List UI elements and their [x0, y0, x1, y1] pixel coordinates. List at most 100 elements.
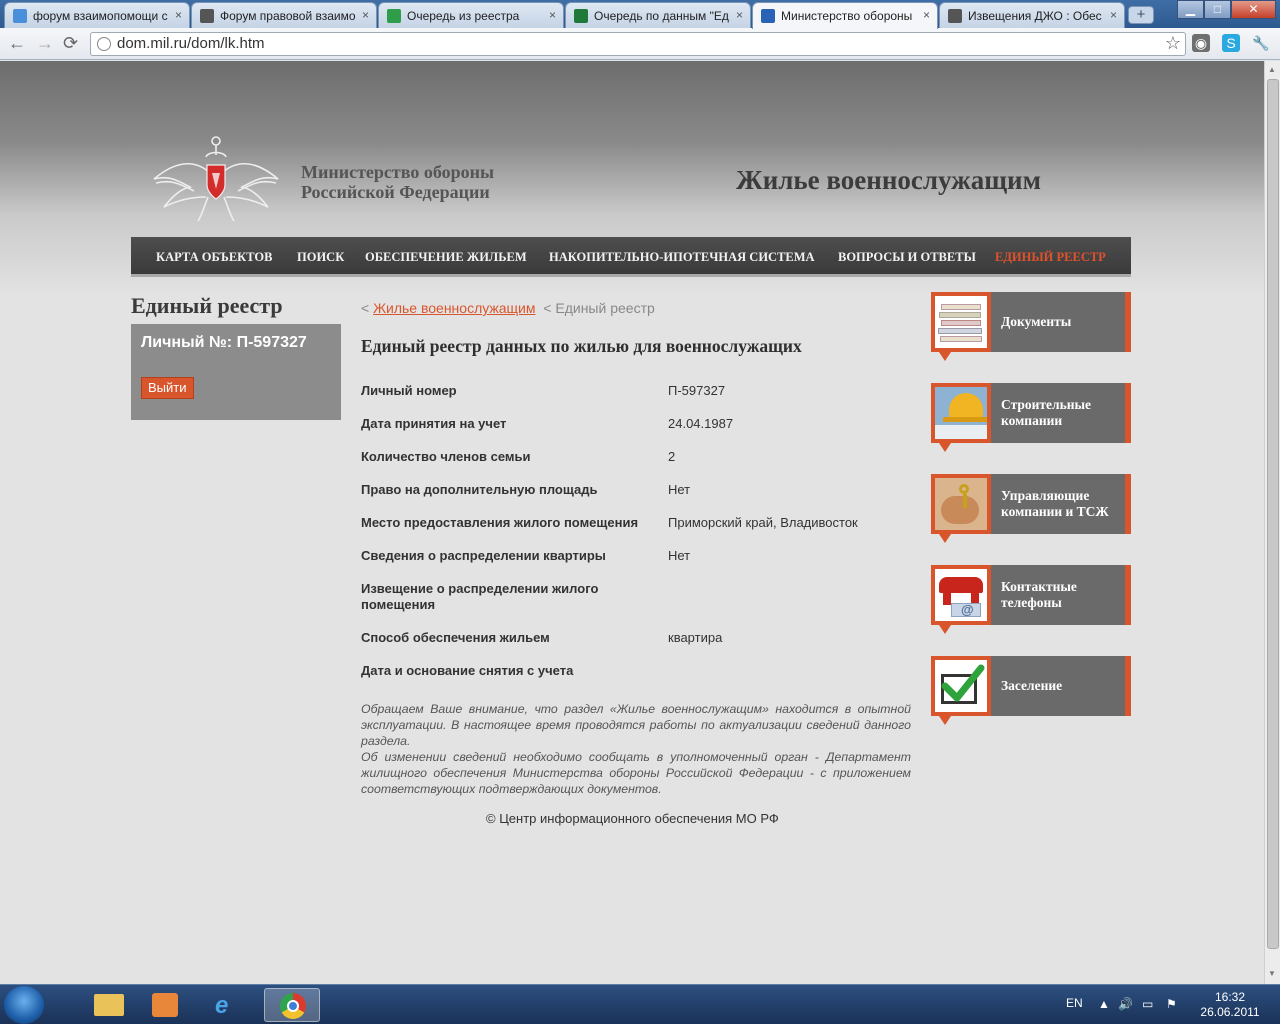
tab-title: Министерство обороны	[781, 9, 913, 23]
ministry-name-line2: Российской Федерации	[301, 182, 490, 202]
extension-shield-icon[interactable]: ◉	[1192, 34, 1210, 52]
browser-tab[interactable]: Форум правовой взаимо ×	[191, 2, 377, 28]
registry-field-value: 2	[668, 449, 676, 464]
window-controls: ▁ □ ✕	[1177, 0, 1276, 19]
menu-item-housing[interactable]: ОБЕСПЕЧЕНИЕ ЖИЛЬЕМ	[365, 250, 527, 265]
scroll-up-icon[interactable]: ▲	[1268, 65, 1276, 74]
registry-field-label: Дата принятия на учет	[361, 416, 507, 431]
language-indicator[interactable]: EN	[1066, 996, 1083, 1010]
scroll-down-icon[interactable]: ▼	[1268, 969, 1276, 978]
page-viewport: Министерство обороны Российской Федераци…	[0, 61, 1264, 984]
tab-favicon-icon	[13, 9, 27, 23]
sidebar-thumb: @	[931, 565, 991, 625]
back-arrow-icon[interactable]: ←	[8, 33, 26, 54]
registry-field-value: Нет	[668, 482, 691, 497]
registry-field-value: Приморский край, Владивосток	[668, 515, 858, 530]
network-icon[interactable]: ▭	[1142, 997, 1153, 1011]
bookmark-star-icon[interactable]: ☆	[1165, 33, 1181, 54]
page-scrollbar[interactable]: ▲ ▼	[1264, 61, 1280, 984]
sidebar-tail	[939, 625, 951, 634]
registry-field-label: Сведения о распределении квартиры	[361, 548, 606, 563]
breadcrumb-link-housing[interactable]: Жилье военнослужащим	[373, 300, 535, 316]
menu-item-mortgage-system[interactable]: НАКОПИТЕЛЬНО-ИПОТЕЧНАЯ СИСТЕМА	[549, 250, 815, 265]
chrome-taskbar-icon[interactable]	[264, 988, 320, 1022]
internet-explorer-icon[interactable]: e	[204, 988, 254, 1022]
menu-item-unified-registry[interactable]: ЕДИНЫЙ РЕЕСТР	[995, 250, 1106, 265]
registry-field-label: Извещение о распределении жилого помещен…	[361, 581, 599, 612]
tab-close-icon[interactable]: ×	[736, 8, 743, 22]
registry-field-label: Право на дополнительную площадь	[361, 482, 598, 497]
windows-start-button[interactable]	[4, 986, 44, 1024]
wrench-menu-icon[interactable]: 🔧	[1252, 34, 1270, 52]
browser-tab[interactable]: Министерство обороны ×	[752, 2, 938, 29]
tab-title: Извещения ДЖО : Обес	[968, 9, 1102, 23]
browser-tab-bar: форум взаимопомощи с × Форум правовой взаи…	[0, 0, 1280, 29]
sidebar-item-label: Документы	[1001, 314, 1072, 329]
main-menu: КАРТА ОБЪЕКТОВ ПОИСК ОБЕСПЕЧЕНИЕ ЖИЛЬЕМ …	[131, 237, 1131, 277]
menu-item-object-map[interactable]: КАРТА ОБЪЕКТОВ	[156, 250, 272, 265]
registry-field-label: Способ обеспечения жильем	[361, 630, 550, 645]
documents-icon	[935, 296, 987, 348]
sidebar-item-contact-phones[interactable]: @ Контактные телефоны	[931, 565, 1131, 634]
tab-title: форум взаимопомощи с	[33, 9, 168, 23]
sidebar-tail	[939, 534, 951, 543]
ministry-name-line1: Министерство обороны	[301, 162, 495, 182]
action-center-icon[interactable]: ⚑	[1166, 997, 1177, 1011]
tab-close-icon[interactable]: ×	[1110, 8, 1117, 22]
logout-button[interactable]: Выйти	[141, 377, 194, 399]
registry-row: Дата и основание снятия с учета	[361, 663, 921, 679]
close-window-button[interactable]: ✕	[1231, 0, 1276, 19]
breadcrumb-current: Единый реестр	[555, 300, 655, 316]
skype-extension-icon[interactable]: S	[1222, 34, 1240, 52]
sidebar-item-label: Контактные телефоны	[1001, 579, 1077, 610]
sidebar-item-settlement[interactable]: Заселение	[931, 656, 1131, 725]
maximize-button[interactable]: □	[1204, 0, 1231, 19]
tab-close-icon[interactable]: ×	[362, 8, 369, 22]
breadcrumb: < Жилье военнослужащим < Единый реестр	[361, 300, 655, 316]
tab-favicon-icon	[948, 9, 962, 23]
browser-tab[interactable]: форум взаимопомощи с ×	[4, 2, 190, 28]
sidebar-item-label: Строительные компании	[1001, 397, 1092, 428]
personal-number: Личный №: П-597327	[141, 334, 307, 351]
explorer-folder-icon[interactable]	[84, 988, 134, 1022]
browser-tab[interactable]: Очередь из реестра ×	[378, 2, 564, 28]
tab-close-icon[interactable]: ×	[549, 8, 556, 22]
browser-tab[interactable]: Извещения ДЖО : Обес ×	[939, 2, 1125, 28]
reload-icon[interactable]: ⟳	[63, 33, 78, 54]
sidebar-thumb	[931, 292, 991, 352]
sidebar-item-management-companies[interactable]: Управляющие компании и ТСЖ	[931, 474, 1131, 543]
tab-close-icon[interactable]: ×	[923, 8, 930, 22]
site-title: Жилье военнослужащим	[736, 165, 1042, 195]
sidebar-item-construction-companies[interactable]: Строительные компании	[931, 383, 1131, 452]
registry-field-value: Нет	[668, 548, 691, 563]
double-headed-eagle-emblem-icon	[153, 136, 279, 222]
sidebar-tail	[939, 716, 951, 725]
new-tab-button[interactable]: +	[1128, 6, 1154, 24]
tab-favicon-icon	[574, 9, 588, 23]
breadcrumb-separator: <	[361, 300, 370, 316]
tray-expand-icon[interactable]: ▲	[1098, 997, 1110, 1011]
media-player-icon[interactable]	[140, 988, 190, 1022]
keys-hand-icon	[935, 478, 987, 530]
user-panel: Личный №: П-597327 Выйти	[131, 324, 341, 420]
address-bar[interactable]: dom.mil.ru/dom/lk.htm ☆	[90, 32, 1186, 56]
browser-tab[interactable]: Очередь по данным "Ед ×	[565, 2, 751, 28]
forward-arrow-icon[interactable]: →	[36, 33, 54, 54]
construction-helmet-icon	[935, 387, 987, 439]
sidebar-item-documents[interactable]: Документы	[931, 292, 1131, 361]
tab-title: Очередь из реестра	[407, 9, 520, 23]
menu-item-search[interactable]: ПОИСК	[297, 250, 344, 265]
tab-close-icon[interactable]: ×	[175, 8, 182, 22]
volume-icon[interactable]: 🔊	[1118, 997, 1133, 1011]
menu-item-faq[interactable]: ВОПРОСЫ И ОТВЕТЫ	[838, 250, 976, 265]
registry-field-value: 24.04.1987	[668, 416, 734, 431]
minimize-button[interactable]: ▁	[1177, 0, 1204, 19]
clock-date: 26.06.2011	[1200, 1005, 1260, 1019]
system-clock[interactable]: 16:32 26.06.2011	[1200, 990, 1260, 1020]
browser-toolbar: ← → ⟳ dom.mil.ru/dom/lk.htm ☆ ◉ S 🔧	[0, 28, 1280, 60]
registry-data-list: Личный номер П-597327 Дата принятия на уче…	[361, 383, 921, 696]
clock-time: 16:32	[1214, 990, 1246, 1004]
notice-paragraph: Об изменении сведений необходимо сообщат…	[361, 750, 911, 796]
scroll-thumb[interactable]	[1267, 79, 1279, 949]
windows-taskbar: e EN ▲ 🔊 ▭ ⚑ 16:32 26.06.2011	[0, 984, 1280, 1024]
